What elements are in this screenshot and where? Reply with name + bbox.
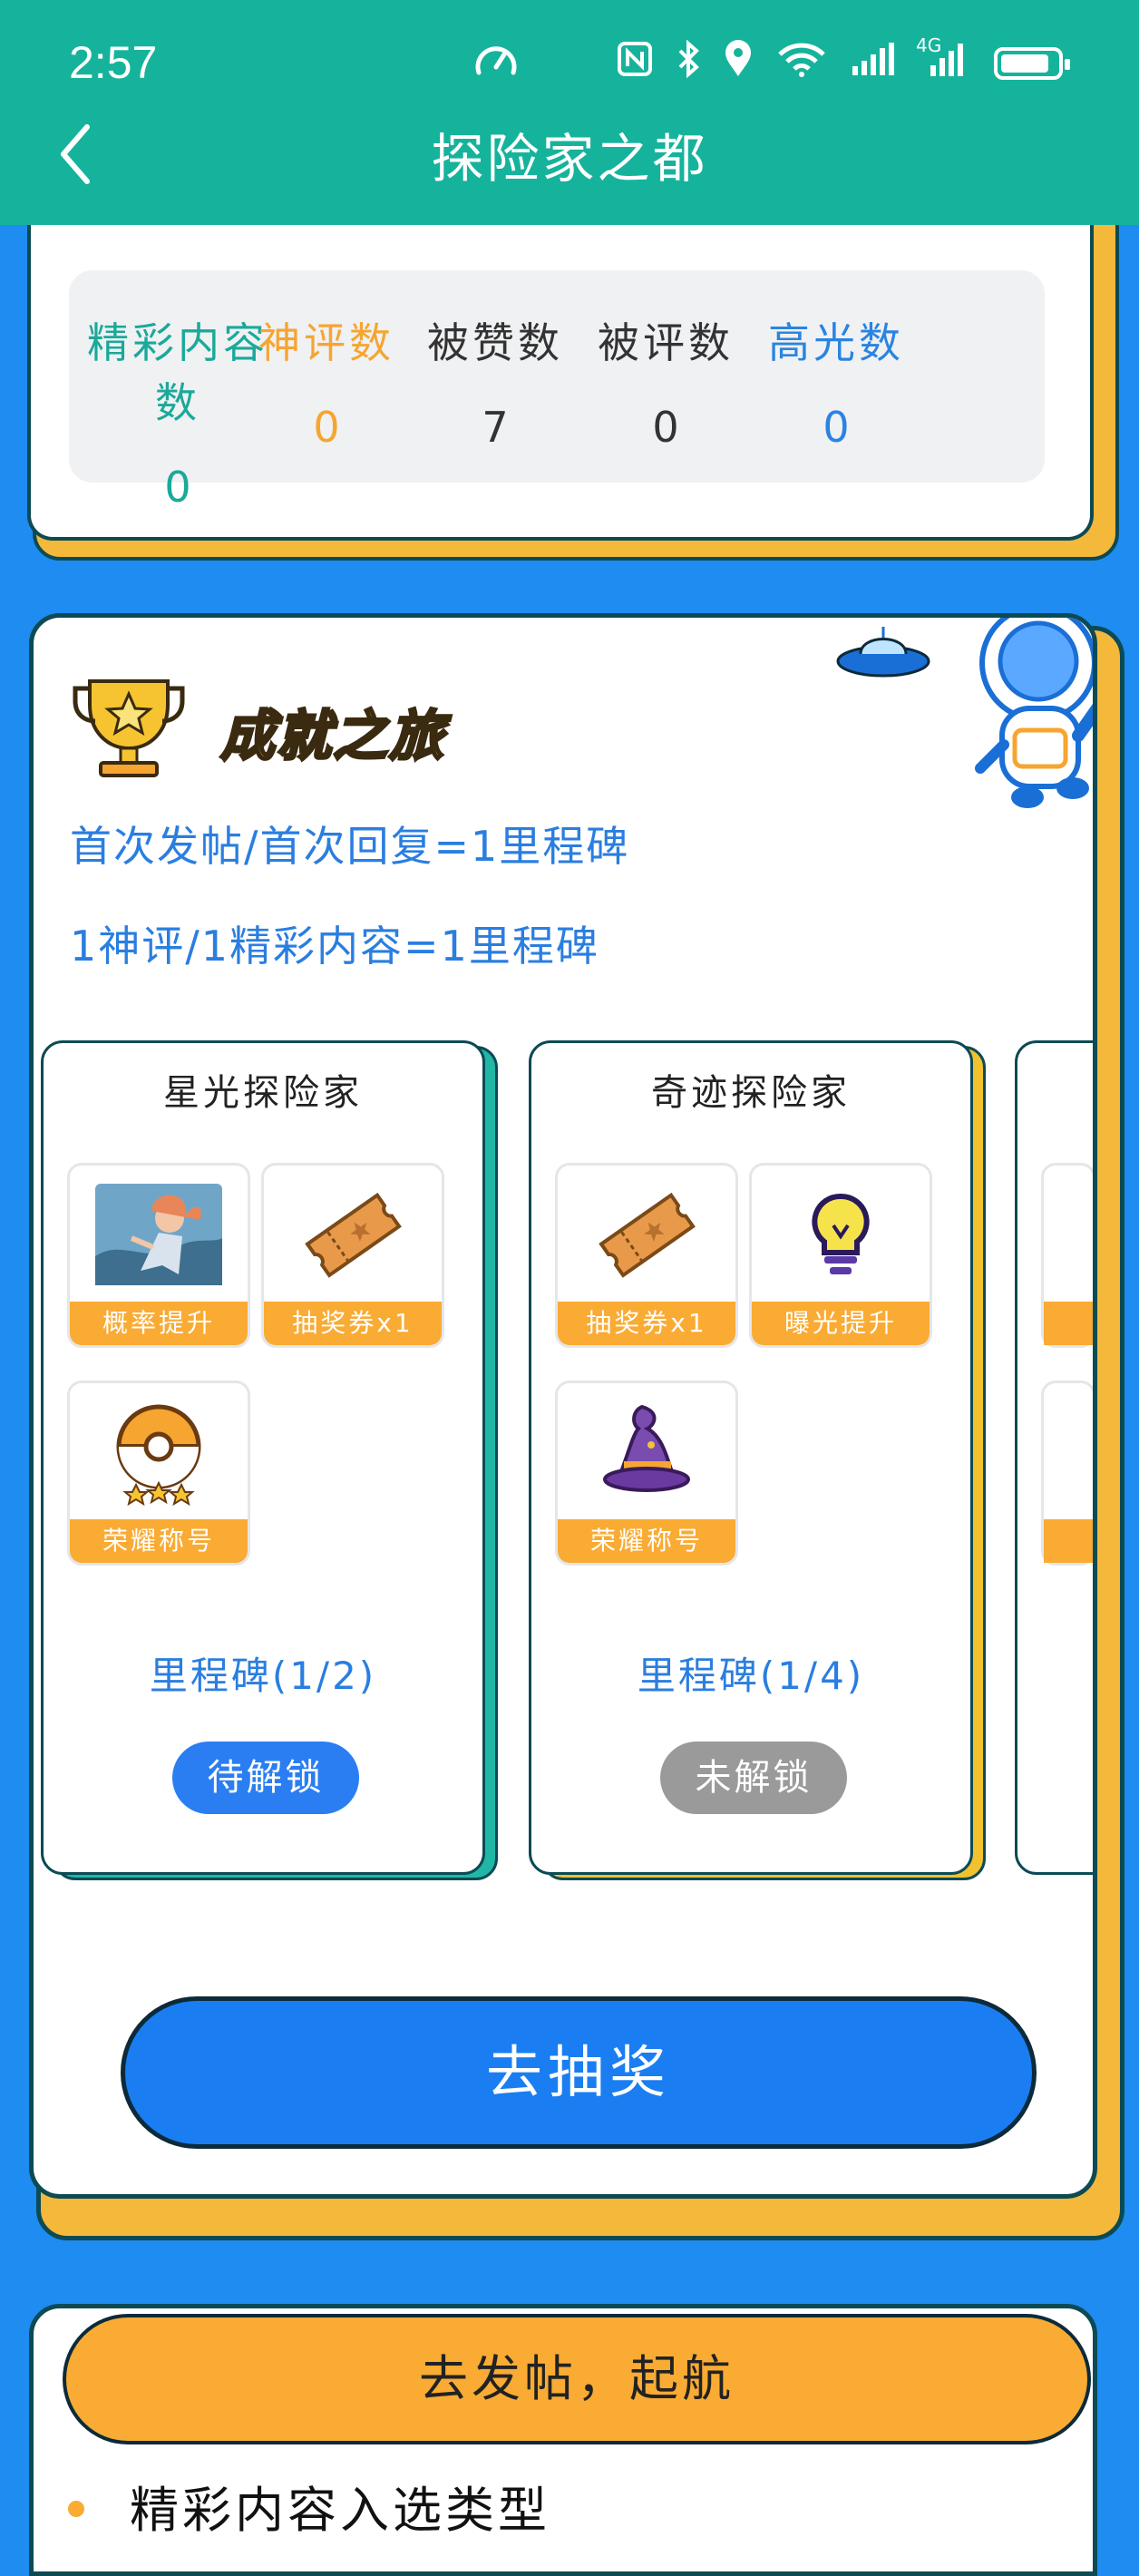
stat-value: 0 — [164, 463, 191, 512]
milestone-unlock-button[interactable]: 待解锁 — [172, 1742, 359, 1814]
lightbulb-icon — [752, 1166, 930, 1303]
milestone-card-starlight: 星光探险家 概率提升 抽奖券x1 荣耀称号 里程碑(1/2) 待解锁 — [41, 1040, 485, 1875]
reward-label: 荣耀称号 — [558, 1519, 735, 1563]
reward-label: 曝光提升 — [752, 1302, 930, 1345]
signal-4g-icon: 4G — [916, 34, 970, 87]
status-icons: 4G — [617, 34, 1070, 87]
reward-label: 抽奖券x1 — [558, 1302, 735, 1345]
achievement-card: 成就之旅 首次发帖/首次回复=1里程碑 1神评/1精彩内容=1里程碑 星光探险家… — [29, 613, 1097, 2199]
ufo-icon — [833, 623, 933, 690]
stats-box: 精彩内容数 0 神评数 0 被赞数 7 被评数 0 高光数 0 — [69, 270, 1045, 512]
character-skin-image — [70, 1166, 248, 1303]
achievement-rule: 首次发帖/首次回复=1里程碑 — [70, 822, 630, 871]
stat-highlights[interactable]: 高光数 0 — [727, 310, 945, 452]
section-title: 精彩内容入选类型 — [130, 2482, 550, 2539]
ticket-icon — [558, 1166, 735, 1303]
reward-item[interactable] — [1041, 1163, 1093, 1348]
stat-label: 神评数 — [258, 318, 394, 367]
page-title: 探险家之都 — [431, 128, 708, 190]
reward-item[interactable]: 抽奖券x1 — [555, 1163, 738, 1348]
nfc-icon — [617, 41, 653, 86]
badge-icon — [70, 1383, 248, 1521]
reward-label-bar — [1044, 1302, 1093, 1345]
milestone-progress: 里程碑(1/2) — [149, 1654, 377, 1698]
milestone-card-miracle: 奇迹探险家 抽奖券x1 曝光提升 荣耀称号 里程碑(1/4) 未解锁 — [529, 1040, 973, 1875]
reward-item[interactable]: 荣耀称号 — [67, 1381, 250, 1566]
reward-item[interactable]: 曝光提升 — [749, 1163, 932, 1348]
post-card: 去发帖，起航 精彩内容入选类型 — [29, 2304, 1097, 2576]
network-type-label: 4G — [916, 34, 942, 56]
reward-item[interactable]: 概率提升 — [67, 1163, 250, 1348]
go-post-button[interactable]: 去发帖，起航 — [63, 2314, 1091, 2444]
milestone-title: 星光探险家 — [163, 1072, 363, 1114]
battery-icon — [994, 47, 1070, 80]
lottery-button[interactable]: 去抽奖 — [121, 1996, 1037, 2149]
reward-item[interactable]: 抽奖券x1 — [261, 1163, 444, 1348]
top-bar: 2:57 4G 探险家之都 — [0, 0, 1139, 225]
ticket-icon — [264, 1166, 442, 1303]
reward-label: 概率提升 — [70, 1302, 248, 1345]
reward-label: 荣耀称号 — [70, 1519, 248, 1563]
achievement-title: 成就之旅 — [219, 704, 445, 770]
stat-label: 被评数 — [598, 318, 734, 367]
milestone-locked-button[interactable]: 未解锁 — [660, 1742, 847, 1814]
stat-value: 0 — [823, 403, 850, 452]
milestone-title: 奇迹探险家 — [651, 1072, 851, 1114]
speedometer-icon — [473, 40, 519, 82]
reward-item[interactable] — [1041, 1381, 1093, 1566]
stat-label: 被赞数 — [427, 318, 563, 367]
stat-label: 高光数 — [768, 318, 904, 367]
signal-icon — [851, 41, 896, 86]
reward-label-bar — [1044, 1519, 1093, 1563]
reward-item[interactable]: 荣耀称号 — [555, 1381, 738, 1566]
wizard-hat-icon — [558, 1383, 735, 1521]
milestone-card-next — [1015, 1040, 1093, 1875]
trophy-icon — [70, 665, 188, 786]
milestone-progress: 里程碑(1/4) — [637, 1654, 865, 1698]
status-time: 2:57 — [69, 37, 158, 88]
bluetooth-icon — [677, 39, 700, 87]
reward-label: 抽奖券x1 — [264, 1302, 442, 1345]
location-icon — [724, 40, 753, 87]
astronaut-icon — [968, 618, 1093, 821]
wifi-icon — [776, 40, 827, 87]
achievement-rule: 1神评/1精彩内容=1里程碑 — [70, 922, 599, 971]
